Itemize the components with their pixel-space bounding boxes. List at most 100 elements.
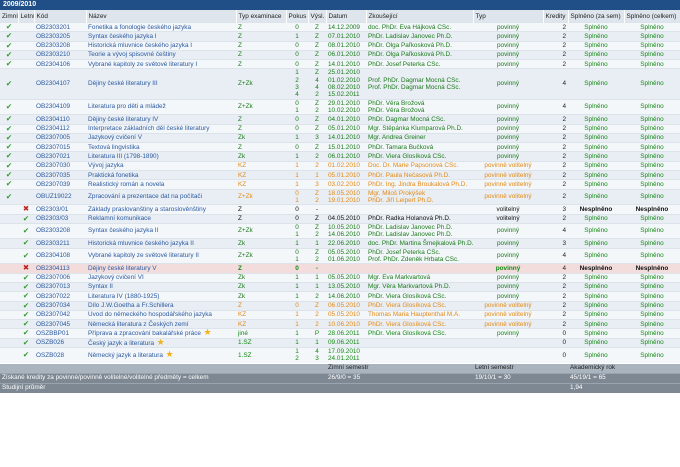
course-code[interactable]: OB2304113: [34, 263, 86, 274]
table-row[interactable]: ✔ OB2307006 Jazykový cvičení VI Zk 1 1 05.05.2…: [0, 272, 680, 283]
course-name-link[interactable]: Dějiny české literatury III: [88, 80, 158, 87]
course-code-link[interactable]: OBUZ19022: [36, 193, 72, 200]
course-name[interactable]: Reklamní komunikace: [86, 213, 236, 224]
course-name-link[interactable]: Dějiny české literatury IV: [88, 116, 158, 123]
table-row[interactable]: ✔ OB2304109 Literatura pro děti a mládež Z+…: [0, 98, 680, 115]
course-code[interactable]: OB2307039: [34, 179, 86, 190]
course-code[interactable]: OB2303/03: [34, 213, 86, 224]
table-row[interactable]: ✔ OB2303208 Historická mluvnice českého ja…: [0, 40, 680, 51]
table-row[interactable]: ✔ OB2303211 Historická mluvnice českého ja…: [0, 238, 680, 249]
course-name-link[interactable]: Literatura IV (1880-1925): [88, 293, 159, 300]
course-name-link[interactable]: Fonetika a fonologie českého jazyka: [88, 24, 191, 31]
course-code[interactable]: OB2303201: [34, 21, 86, 32]
course-name[interactable]: Syntax II: [86, 281, 236, 292]
course-name-link[interactable]: Teorie a vývoj spisovné češtiny: [88, 51, 176, 58]
course-name[interactable]: Vybrané kapitoly ze světové literatury I: [86, 59, 236, 69]
course-name-link[interactable]: Literatura III (1798-1890): [88, 153, 159, 160]
course-name[interactable]: Zpracování a prezentace dat na počítači: [86, 188, 236, 205]
course-code[interactable]: OB2307013: [34, 281, 86, 292]
course-code-link[interactable]: OB2304107: [36, 80, 70, 87]
course-code-link[interactable]: OSZB026: [36, 339, 64, 346]
course-code[interactable]: OB2307021: [34, 151, 86, 162]
course-code[interactable]: OB2307045: [34, 319, 86, 329]
course-code-link[interactable]: OB2307030: [36, 162, 70, 169]
table-row[interactable]: ✔ OBUZ19022 Zpracování a prezentace dat na…: [0, 188, 680, 205]
course-code[interactable]: OB2307022: [34, 291, 86, 301]
course-code-link[interactable]: OB2304112: [36, 125, 70, 132]
table-row[interactable]: ✔ OB2307045 Německá literatura z Českých z…: [0, 319, 680, 329]
course-code-link[interactable]: OB2307039: [36, 181, 70, 188]
course-code-link[interactable]: OB2303210: [36, 51, 70, 58]
course-name[interactable]: Příprava a zpracování bakalářské práce ★: [86, 328, 236, 339]
course-name[interactable]: Německá literatura z Českých zemí: [86, 319, 236, 329]
table-row[interactable]: ✔ OB2303/03 Reklamní komunikace Z 0 Z 04.05.20…: [0, 213, 680, 224]
course-name-link[interactable]: Syntax českého jazyka II: [88, 227, 158, 234]
table-row[interactable]: ✔ OB2303201 Fonetika a fonologie českého j…: [0, 21, 680, 32]
course-name-link[interactable]: Zpracování a prezentace dat na počítači: [88, 193, 202, 200]
course-code[interactable]: OB2303211: [34, 238, 86, 249]
course-name[interactable]: Realistický román a novela: [86, 179, 236, 190]
course-code-link[interactable]: OSZB028: [36, 352, 64, 359]
course-name-link[interactable]: Úvod do německého hospodářského jazyka: [88, 311, 212, 318]
course-code[interactable]: OB2303/01: [34, 204, 86, 215]
column-header[interactable]: Název: [86, 10, 237, 23]
course-code-link[interactable]: OB2303201: [36, 24, 70, 31]
course-name-link[interactable]: Základy praslovanštiny a staroslověnštin…: [88, 206, 206, 213]
course-code[interactable]: OB2307006: [34, 272, 86, 283]
course-name-link[interactable]: Dílo J.W.Goetha a Fr.Schillera: [88, 302, 174, 309]
course-name[interactable]: Interpretace základních děl české litera…: [86, 123, 236, 134]
course-code[interactable]: OB2307034: [34, 300, 86, 311]
course-code-link[interactable]: OB2303/03: [36, 215, 68, 222]
course-code-link[interactable]: OB2307045: [36, 321, 70, 328]
table-row[interactable]: ✔ OB2303210 Teorie a vývoj spisovné češtin…: [0, 49, 680, 60]
course-code[interactable]: OB2303210: [34, 49, 86, 60]
course-name-link[interactable]: Literatura pro děti a mládež: [88, 103, 166, 110]
course-name[interactable]: Syntax českého jazyka I: [86, 31, 236, 42]
table-row[interactable]: ✔ OB2304112 Interpretace základních děl če…: [0, 123, 680, 134]
table-row[interactable]: ✔ OB2307013 Syntax II Zk 1 1 13.05.2010 Mgr. Vě…: [0, 281, 680, 292]
course-name[interactable]: Jazykový cvičení VI: [86, 272, 236, 283]
course-name-link[interactable]: Praktická fonetika: [88, 172, 138, 179]
table-row[interactable]: ✔ OB2304107 Dějiny české literatury III Z+Z…: [0, 68, 680, 100]
course-name[interactable]: Dějiny české literatury IV: [86, 114, 236, 125]
course-code[interactable]: OB2307015: [34, 142, 86, 152]
table-row[interactable]: ✔ OB2303205 Syntax českého jazyka I Z 1 Z 07.0…: [0, 31, 680, 42]
course-name-link[interactable]: Jazykový cvičení VI: [88, 274, 144, 281]
table-row[interactable]: ✔ OB2304110 Dějiny české literatury IV Z 0 Z 0…: [0, 114, 680, 125]
course-name[interactable]: Základy praslovanštiny a staroslověnštin…: [86, 204, 236, 215]
course-name-link[interactable]: Německý jazyk a literatura: [88, 352, 163, 359]
column-header[interactable]: Splněno (za sem): [568, 10, 625, 23]
course-name[interactable]: Úvod do německého hospodářského jazyka: [86, 309, 236, 320]
course-name[interactable]: Literatura III (1798-1890): [86, 151, 236, 162]
course-code-link[interactable]: OB2303208: [36, 227, 70, 234]
table-row[interactable]: ✖ OB2304113 Dějiny české literatury V Z 0 - po…: [0, 263, 680, 274]
course-code-link[interactable]: OB2307006: [36, 274, 70, 281]
table-row[interactable]: ✔ OB2307030 Vývoj jazyka KZ 1 2 01.02.2010 Doc.…: [0, 160, 680, 171]
course-code-link[interactable]: OB2307021: [36, 153, 70, 160]
course-name[interactable]: Fonetika a fonologie českého jazyka: [86, 21, 236, 32]
column-header[interactable]: Splněno (celkem): [624, 10, 680, 23]
course-name-link[interactable]: Textová lingvistika: [88, 144, 140, 151]
course-name-link[interactable]: Vývoj jazyka: [88, 162, 124, 169]
course-name[interactable]: Syntax českého jazyka II: [86, 222, 236, 239]
course-name[interactable]: Literatura pro děti a mládež: [86, 98, 236, 115]
table-row[interactable]: ✔ OB2307021 Literatura III (1798-1890) Zk 1 2…: [0, 151, 680, 162]
course-code-link[interactable]: OB2304110: [36, 116, 70, 123]
course-code-link[interactable]: OB2307034: [36, 302, 70, 309]
course-code[interactable]: OB2303208: [34, 40, 86, 51]
course-code[interactable]: OB2307030: [34, 160, 86, 171]
table-row[interactable]: ✔ OSZB028 Německý jazyk a literatura ★ 1.SZ…: [0, 346, 680, 364]
course-name[interactable]: Historická mluvnice českého jazyka I: [86, 40, 236, 51]
table-row[interactable]: ✔ OB2304106 Vybrané kapitoly ze světové li…: [0, 59, 680, 69]
course-name-link[interactable]: Německá literatura z Českých zemí: [88, 321, 189, 328]
table-row[interactable]: ✖ OB2303/01 Základy praslovanštiny a staro…: [0, 204, 680, 215]
course-name-link[interactable]: Vybrané kapitoly ze světové literatury I…: [88, 252, 199, 259]
course-code[interactable]: OB2303208: [34, 222, 86, 239]
course-name[interactable]: Praktická fonetika: [86, 170, 236, 180]
course-code[interactable]: OSZB028: [34, 346, 86, 364]
course-code-link[interactable]: OSZBBP01: [36, 330, 69, 337]
column-header[interactable]: Zkoušející: [366, 10, 474, 23]
course-name[interactable]: Textová lingvistika: [86, 142, 236, 152]
course-code[interactable]: OB2307005: [34, 132, 86, 143]
course-name[interactable]: Dílo J.W.Goetha a Fr.Schillera: [86, 300, 236, 311]
